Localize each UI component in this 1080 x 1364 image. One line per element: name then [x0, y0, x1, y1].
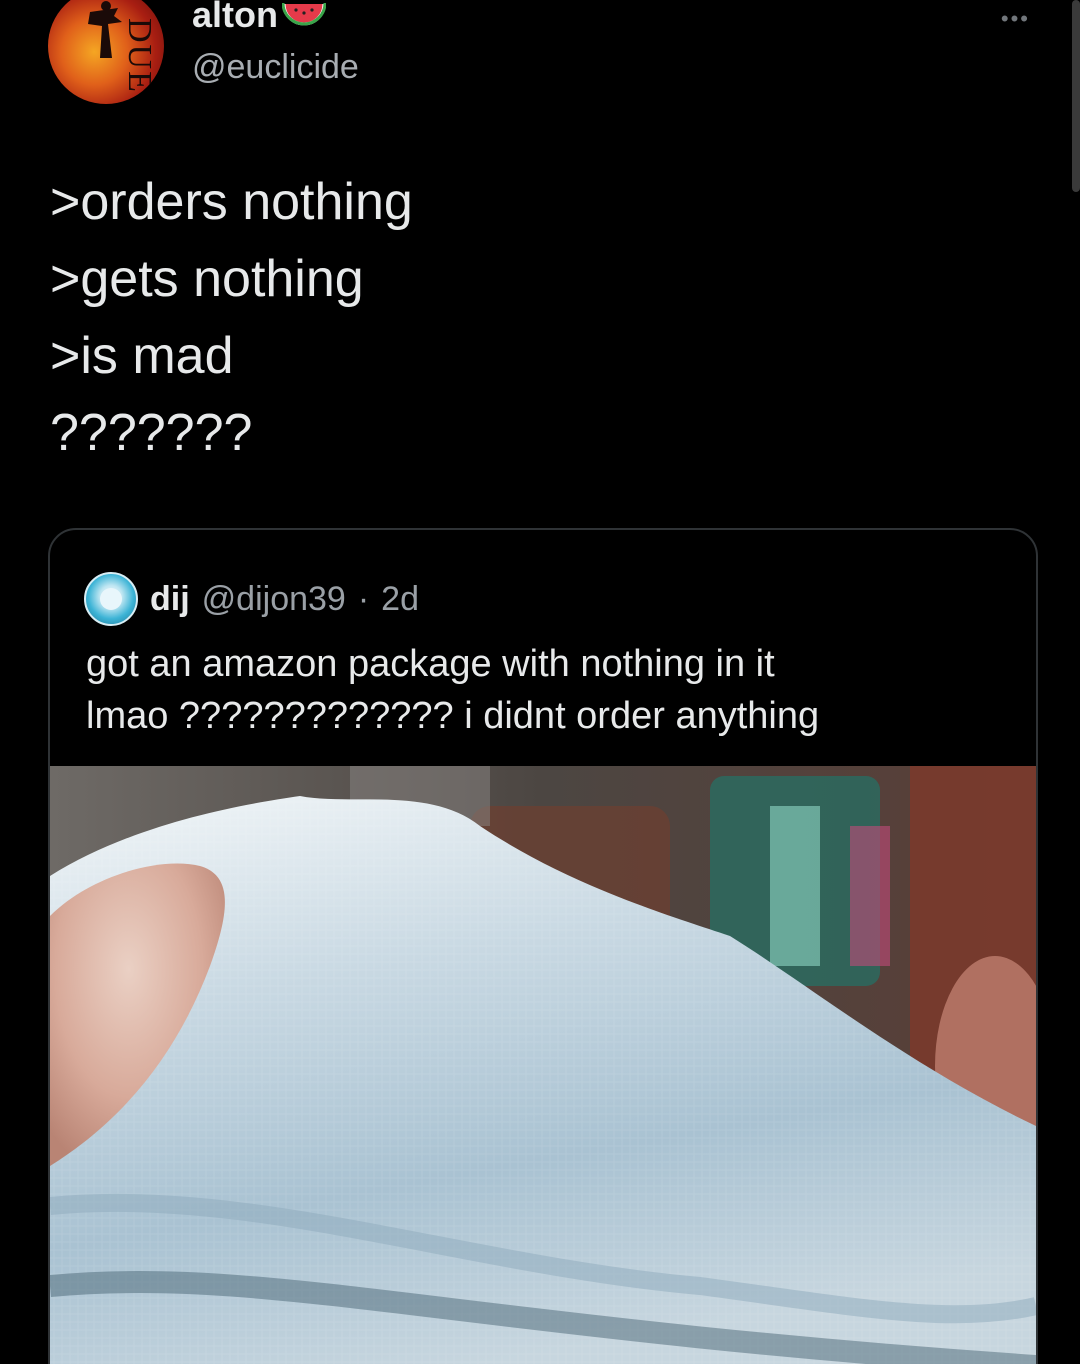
watermelon-icon — [282, 2, 326, 26]
tweet-screenshot: DUE alton @euclicide ••• >orders nothing… — [0, 0, 1080, 1364]
tweet-line: >orders nothing — [50, 173, 413, 231]
empty-bag-photo — [50, 766, 1036, 1364]
author-handle[interactable]: @euclicide — [192, 48, 359, 87]
quoted-tweet-card[interactable]: dij @dijon39 · 2d got an amazon package … — [48, 528, 1038, 1364]
tweet-line: >gets nothing — [50, 250, 364, 308]
scrollbar[interactable] — [1072, 0, 1080, 192]
author-name-text: alton — [192, 0, 278, 35]
quoted-tweet-photo[interactable] — [50, 766, 1036, 1364]
author-avatar[interactable]: DUE — [48, 0, 164, 104]
quoted-author-handle[interactable]: @dijon39 — [202, 580, 346, 619]
tweet-text: >orders nothing >gets nothing >is mad ??… — [50, 164, 413, 472]
avatar-text: DUE — [121, 18, 158, 94]
quoted-tweet-text: got an amazon package with nothing in it… — [86, 638, 1006, 742]
meta-separator: · — [357, 579, 370, 618]
author-display-name[interactable]: alton — [192, 0, 326, 36]
tweet-line: ??????? — [50, 404, 253, 462]
quoted-tweet-line: got an amazon package with nothing in it — [86, 643, 775, 685]
tweet-line: >is mad — [50, 327, 234, 385]
quoted-author-avatar[interactable] — [84, 572, 138, 626]
quoted-tweet-time[interactable]: 2d — [381, 580, 419, 619]
quoted-tweet-line: lmao ????????????? i didnt order anythin… — [86, 695, 820, 737]
quoted-author-name[interactable]: dij — [150, 580, 190, 619]
quoted-tweet-header: dij @dijon39 · 2d — [84, 572, 419, 626]
more-horizontal-icon[interactable]: ••• — [1001, 6, 1030, 32]
